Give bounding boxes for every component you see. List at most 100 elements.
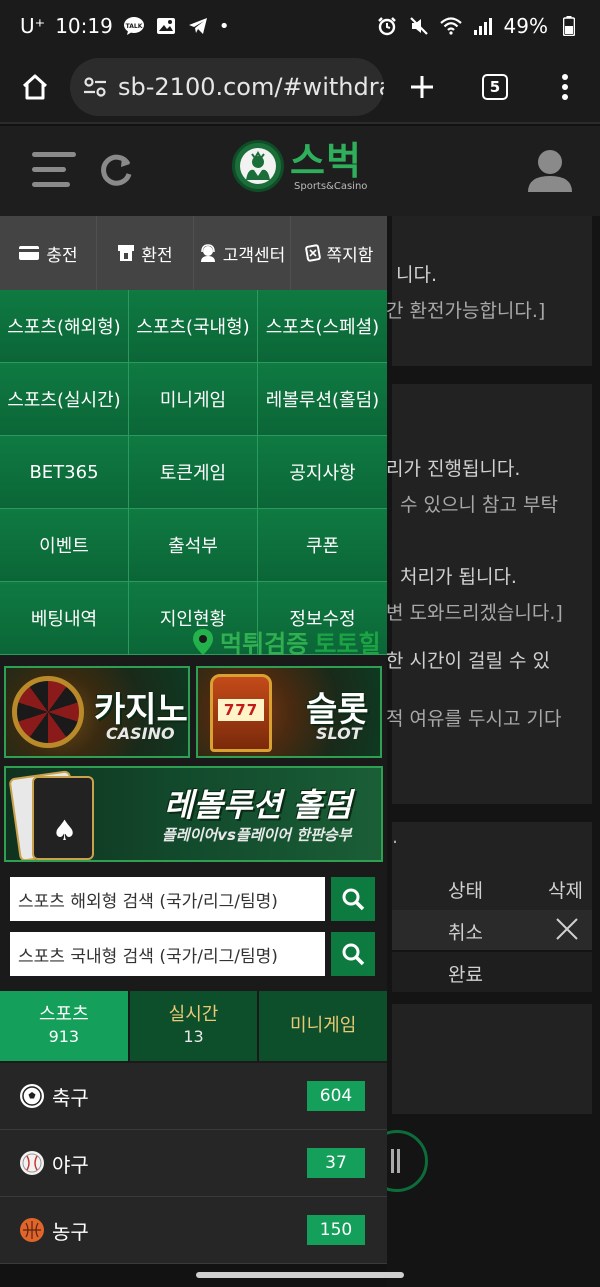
notice-panel-3 bbox=[392, 1004, 592, 1114]
refresh-icon[interactable] bbox=[96, 150, 136, 194]
location-pin-icon bbox=[193, 628, 213, 655]
exchange-icon bbox=[118, 245, 135, 261]
notice-text-7: 한 시간이 걸릴 수 있 bbox=[386, 650, 550, 672]
menu-sports-domestic[interactable]: 스포츠(국내형) bbox=[129, 290, 258, 363]
roulette-wheel-icon bbox=[12, 676, 84, 748]
notice-panel-1 bbox=[392, 216, 592, 366]
gallery-notification-icon bbox=[155, 15, 177, 37]
history-row: 취소 bbox=[392, 910, 592, 950]
more-notifications-dot: • bbox=[218, 15, 230, 37]
sport-count-badge: 37 bbox=[307, 1148, 365, 1178]
sport-row-basketball[interactable]: 농구 150 bbox=[0, 1197, 387, 1264]
domestic-search-button[interactable] bbox=[331, 932, 375, 976]
notice-text-8: 적 여유를 두시고 기다 bbox=[386, 708, 562, 730]
domestic-search-input[interactable]: 스포츠 국내형 검색 (국가/리그/팀명) bbox=[10, 932, 325, 976]
holdem-banner[interactable]: 레볼루션 홀덤 플레이어vs플레이어 한판승부 bbox=[4, 766, 383, 862]
home-icon bbox=[22, 74, 48, 100]
new-tab-button[interactable] bbox=[384, 73, 460, 101]
watermark: 먹튀검증 토토힐 bbox=[192, 624, 381, 659]
sport-list: 축구 604 야구 37 농구 150 bbox=[0, 1063, 387, 1264]
browser-menu-button[interactable] bbox=[530, 73, 600, 101]
sport-row-soccer[interactable]: 축구 604 bbox=[0, 1063, 387, 1130]
hamburger-menu-icon[interactable] bbox=[32, 152, 76, 188]
tab-live-label: 실시간 bbox=[168, 1004, 219, 1025]
watermark-text-1: 먹튀검증 bbox=[220, 630, 309, 658]
screen: U⁺ 10:19 TALK • 49% sb-2100.com/#withdra… bbox=[0, 0, 600, 1287]
tab-switcher-button[interactable]: 5 bbox=[460, 74, 530, 100]
menu-coupon[interactable]: 쿠폰 bbox=[258, 509, 387, 582]
telegram-notification-icon bbox=[187, 15, 209, 37]
battery-icon bbox=[558, 15, 580, 37]
sport-name: 축구 bbox=[52, 1085, 89, 1110]
tab-sports-label: 스포츠 bbox=[38, 1004, 89, 1025]
tab-sports[interactable]: 스포츠 913 bbox=[0, 991, 128, 1061]
status-bar: U⁺ 10:19 TALK • 49% bbox=[0, 0, 600, 52]
customer-center-button[interactable]: 고객센터 bbox=[194, 216, 291, 290]
slot-banner[interactable]: 777 슬롯 SLOT bbox=[196, 666, 382, 758]
url-text: sb-2100.com/#withdraw bbox=[118, 73, 384, 101]
site-logo[interactable]: 스벅 Sports&Casino bbox=[232, 140, 367, 192]
menu-event[interactable]: 이벤트 bbox=[0, 509, 129, 582]
baseball-icon bbox=[20, 1151, 44, 1175]
user-account-icon[interactable] bbox=[526, 146, 574, 198]
spade-card-icon bbox=[32, 776, 94, 860]
battery-percent: 49% bbox=[503, 14, 548, 38]
more-vert-icon bbox=[562, 74, 568, 100]
menu-sports-overseas[interactable]: 스포츠(해외형) bbox=[0, 290, 129, 363]
notice-text-6: 변 도와드리겠습니다.] bbox=[386, 602, 563, 624]
mute-icon bbox=[408, 15, 430, 37]
deposit-button[interactable]: 충전 bbox=[0, 216, 97, 290]
menu-bet365[interactable]: BET365 bbox=[0, 436, 129, 509]
side-menu: 충전 환전 고객센터 쪽지함 스포츠(해외형) 스포츠(국내형) 스포츠(스페셜… bbox=[0, 216, 388, 1264]
tab-minigame[interactable]: 미니게임 bbox=[259, 991, 388, 1061]
menu-attendance[interactable]: 출석부 bbox=[129, 509, 258, 582]
messages-button[interactable]: 쪽지함 bbox=[291, 216, 387, 290]
url-bar[interactable]: sb-2100.com/#withdraw bbox=[70, 58, 384, 116]
menu-revolution-holdem[interactable]: 레볼루션(홀덤) bbox=[258, 363, 387, 436]
notice-text-2: 간 환전가능합니다.] bbox=[386, 300, 546, 322]
col-status: 상태 bbox=[448, 880, 483, 902]
site-settings-icon[interactable] bbox=[82, 74, 108, 100]
clock: 10:19 bbox=[55, 14, 113, 38]
menu-minigame[interactable]: 미니게임 bbox=[129, 363, 258, 436]
message-icon bbox=[304, 244, 321, 262]
overseas-search: 스포츠 해외형 검색 (국가/리그/팀명) bbox=[10, 877, 376, 921]
tab-minigame-label: 미니게임 bbox=[290, 1015, 357, 1036]
floating-button[interactable] bbox=[386, 1130, 428, 1192]
casino-banner-sub: CASINO bbox=[106, 724, 175, 743]
row-status: 취소 bbox=[448, 922, 483, 944]
menu-notice[interactable]: 공지사항 bbox=[258, 436, 387, 509]
withdraw-button[interactable]: 환전 bbox=[97, 216, 194, 290]
sport-name: 야구 bbox=[52, 1152, 89, 1177]
card-icon bbox=[19, 246, 40, 260]
notice-text-5: 처리가 됩니다. bbox=[400, 566, 517, 588]
svg-text:TALK: TALK bbox=[125, 23, 142, 30]
gesture-nav-bar[interactable] bbox=[196, 1272, 404, 1278]
holdem-banner-sub: 플레이어vs플레이어 한판승부 bbox=[162, 826, 352, 844]
banner-area: 카지노 CASINO 777 슬롯 SLOT 레볼루션 홀덤 플레이어vs플레이… bbox=[0, 666, 387, 862]
history-table-header: . 상태 삭제 bbox=[392, 822, 592, 910]
delete-x-icon[interactable] bbox=[554, 916, 580, 946]
menu-sports-live[interactable]: 스포츠(실시간) bbox=[0, 363, 129, 436]
sport-tabs: 스포츠 913 실시간 13 미니게임 bbox=[0, 991, 388, 1061]
basketball-icon bbox=[20, 1218, 44, 1242]
soccer-ball-icon bbox=[20, 1084, 44, 1108]
siren-emblem-icon bbox=[232, 140, 284, 192]
sport-row-baseball[interactable]: 야구 37 bbox=[0, 1130, 387, 1197]
row-status: 완료 bbox=[448, 964, 483, 986]
menu-token-game[interactable]: 토큰게임 bbox=[129, 436, 258, 509]
menu-bet-history[interactable]: 베팅내역 bbox=[0, 582, 129, 655]
slot-banner-sub: SLOT bbox=[316, 724, 362, 743]
home-button[interactable] bbox=[0, 72, 70, 102]
table-dot: . bbox=[392, 826, 399, 848]
holdem-banner-title: 레볼루션 홀덤 bbox=[164, 786, 352, 824]
casino-banner[interactable]: 카지노 CASINO bbox=[4, 666, 190, 758]
tab-live[interactable]: 실시간 13 bbox=[129, 991, 258, 1061]
customer-center-label: 고객센터 bbox=[222, 245, 286, 266]
overseas-search-button[interactable] bbox=[331, 877, 375, 921]
overseas-search-input[interactable]: 스포츠 해외형 검색 (국가/리그/팀명) bbox=[10, 877, 325, 921]
search-icon bbox=[342, 943, 365, 966]
tab-live-count: 13 bbox=[183, 1027, 204, 1046]
watermark-text-2: 토토힐 bbox=[314, 630, 381, 658]
menu-sports-special[interactable]: 스포츠(스페셜) bbox=[258, 290, 387, 363]
